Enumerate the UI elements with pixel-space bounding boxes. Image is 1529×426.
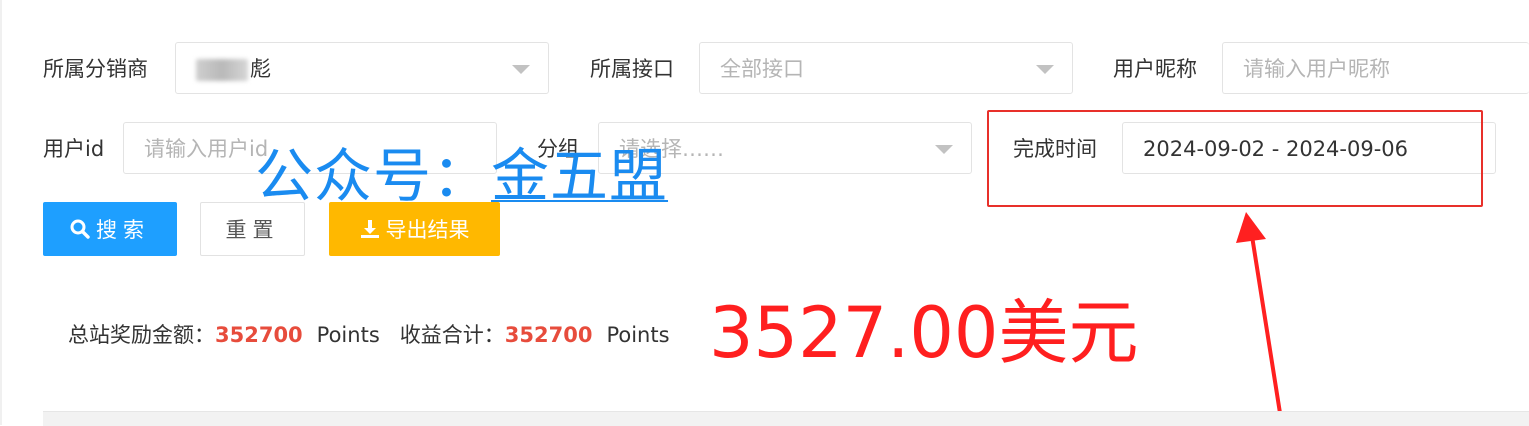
arrow-annotation — [1236, 212, 1282, 415]
table-header-bar — [43, 411, 1529, 426]
